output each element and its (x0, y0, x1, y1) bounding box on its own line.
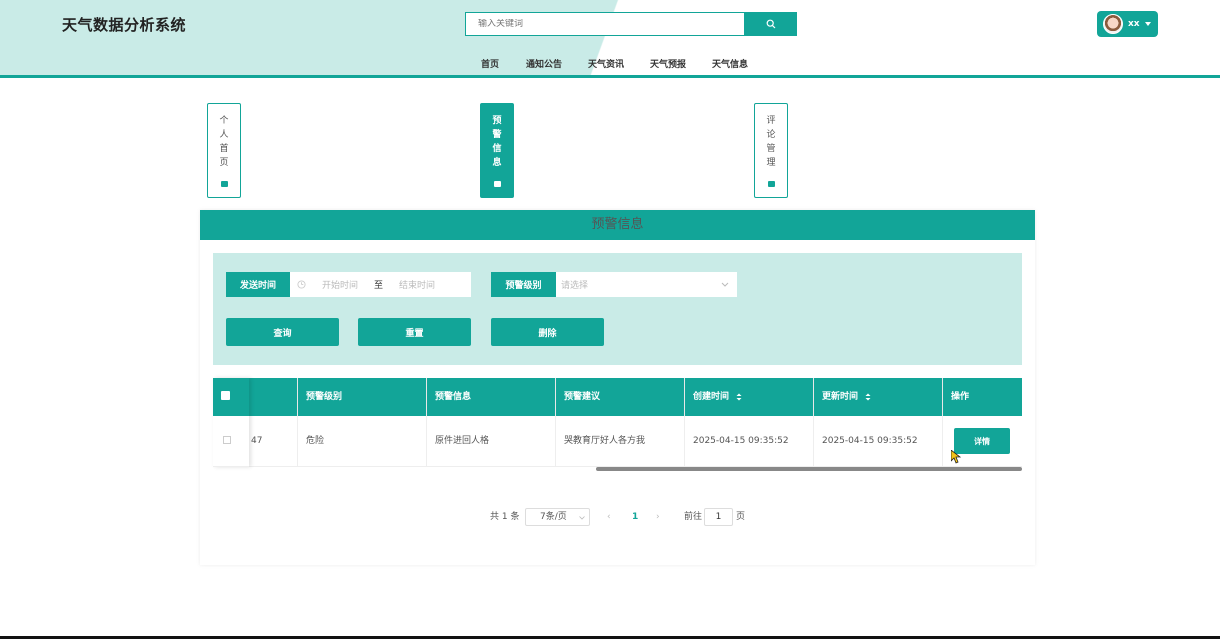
next-page-icon[interactable]: › (656, 508, 660, 526)
select-all-checkbox[interactable] (221, 391, 230, 400)
header: 天气数据分析系统 xx 首页 通知公告 天气资讯 天气预报 天气信息 (0, 0, 1220, 78)
user-name: xx (1128, 19, 1140, 29)
send-time-label: 发送时间 (226, 272, 290, 297)
query-button[interactable]: 查询 (226, 318, 339, 346)
briefcase-icon (768, 181, 775, 187)
col-created[interactable]: 创建时间 (685, 378, 814, 416)
clock-icon (297, 280, 306, 289)
side-item-label: 预警信息 (492, 116, 502, 168)
avatar (1103, 14, 1123, 34)
nav-item-home[interactable]: 首页 (481, 57, 499, 70)
side-item-comments[interactable]: 评论管理 (754, 103, 788, 198)
caret-down-icon (1144, 22, 1151, 26)
col-updated-label: 更新时间 (822, 392, 859, 402)
start-time-placeholder: 开始时间 (322, 281, 359, 291)
cell-updated: 2025-04-15 09:35:52 (814, 416, 943, 467)
page-unit: 页 (736, 512, 746, 522)
col-info: 预警信息 (427, 378, 556, 416)
goto-label: 前往 (684, 512, 703, 522)
mouse-cursor-icon (951, 450, 961, 464)
briefcase-icon (221, 181, 228, 187)
total-count: 共 1 条 (490, 512, 520, 522)
nav-item-weather-info[interactable]: 天气信息 (712, 57, 748, 70)
search-button[interactable] (745, 12, 797, 36)
prev-page-icon[interactable]: ‹ (607, 508, 611, 526)
date-range-picker[interactable]: 开始时间 至 结束时间 (290, 272, 471, 297)
horizontal-scrollbar[interactable] (596, 467, 1022, 471)
panel-title: 预警信息 (200, 210, 1035, 240)
reset-button[interactable]: 重置 (358, 318, 471, 346)
side-item-profile[interactable]: 个人首页 (207, 103, 241, 198)
main-panel: 预警信息 发送时间 开始时间 至 结束时间 预警级别 请选择 查询 重置 删除 (200, 210, 1035, 565)
row-checkbox[interactable] (223, 436, 231, 444)
goto-page-input[interactable]: 1 (704, 508, 733, 526)
col-advice: 预警建议 (556, 378, 685, 416)
side-item-warning[interactable]: 预警信息 (480, 103, 514, 198)
chevron-down-icon (579, 516, 585, 520)
side-item-label: 个人首页 (219, 116, 229, 168)
level-select[interactable]: 请选择 (556, 272, 737, 297)
user-menu[interactable]: xx (1097, 11, 1158, 37)
search-input[interactable] (466, 19, 744, 29)
chevron-down-icon (721, 282, 729, 287)
filter-area: 发送时间 开始时间 至 结束时间 预警级别 请选择 查询 重置 删除 (213, 253, 1022, 365)
delete-button[interactable]: 删除 (491, 318, 604, 346)
page-number[interactable]: 1 (632, 508, 638, 526)
briefcase-icon (494, 181, 501, 187)
page-size-value: 7条/页 (540, 512, 567, 522)
nav-item-notice[interactable]: 通知公告 (526, 57, 562, 70)
col-level: 预警级别 (298, 378, 427, 416)
main-nav: 首页 通知公告 天气资讯 天气预报 天气信息 (0, 57, 1220, 71)
sort-icon[interactable] (736, 393, 742, 401)
cell-info: 原件进回人格 (427, 416, 556, 467)
search-box[interactable] (465, 12, 745, 36)
table-header: 预警级别 预警信息 预警建议 创建时间 更新时间 操作 (213, 378, 1022, 416)
warning-table: 预警级别 预警信息 预警建议 创建时间 更新时间 操作 47 危险 原件进回人格… (213, 378, 1022, 472)
search-icon (766, 19, 776, 29)
col-id (249, 378, 298, 416)
selection-column (213, 378, 249, 467)
level-placeholder: 请选择 (561, 281, 589, 291)
side-item-label: 评论管理 (766, 116, 776, 168)
nav-item-weather-forecast[interactable]: 天气预报 (650, 57, 686, 70)
detail-button[interactable]: 详情 (954, 428, 1010, 454)
table-row: 47 危险 原件进回人格 哭教育厅好人各方我 2025-04-15 09:35:… (213, 416, 1022, 467)
col-updated[interactable]: 更新时间 (814, 378, 943, 416)
sort-icon[interactable] (865, 393, 871, 401)
level-label: 预警级别 (491, 272, 556, 297)
site-title: 天气数据分析系统 (62, 16, 187, 34)
cell-id: 47 (249, 416, 298, 467)
end-time-placeholder: 结束时间 (399, 281, 436, 291)
nav-item-weather-news[interactable]: 天气资讯 (588, 57, 624, 70)
col-created-label: 创建时间 (693, 392, 730, 402)
cell-created: 2025-04-15 09:35:52 (685, 416, 814, 467)
range-separator: 至 (374, 281, 384, 291)
cell-level: 危险 (298, 416, 427, 467)
col-action: 操作 (951, 392, 970, 402)
cell-advice: 哭教育厅好人各方我 (556, 416, 685, 467)
page-size-select[interactable]: 7条/页 (525, 508, 590, 526)
